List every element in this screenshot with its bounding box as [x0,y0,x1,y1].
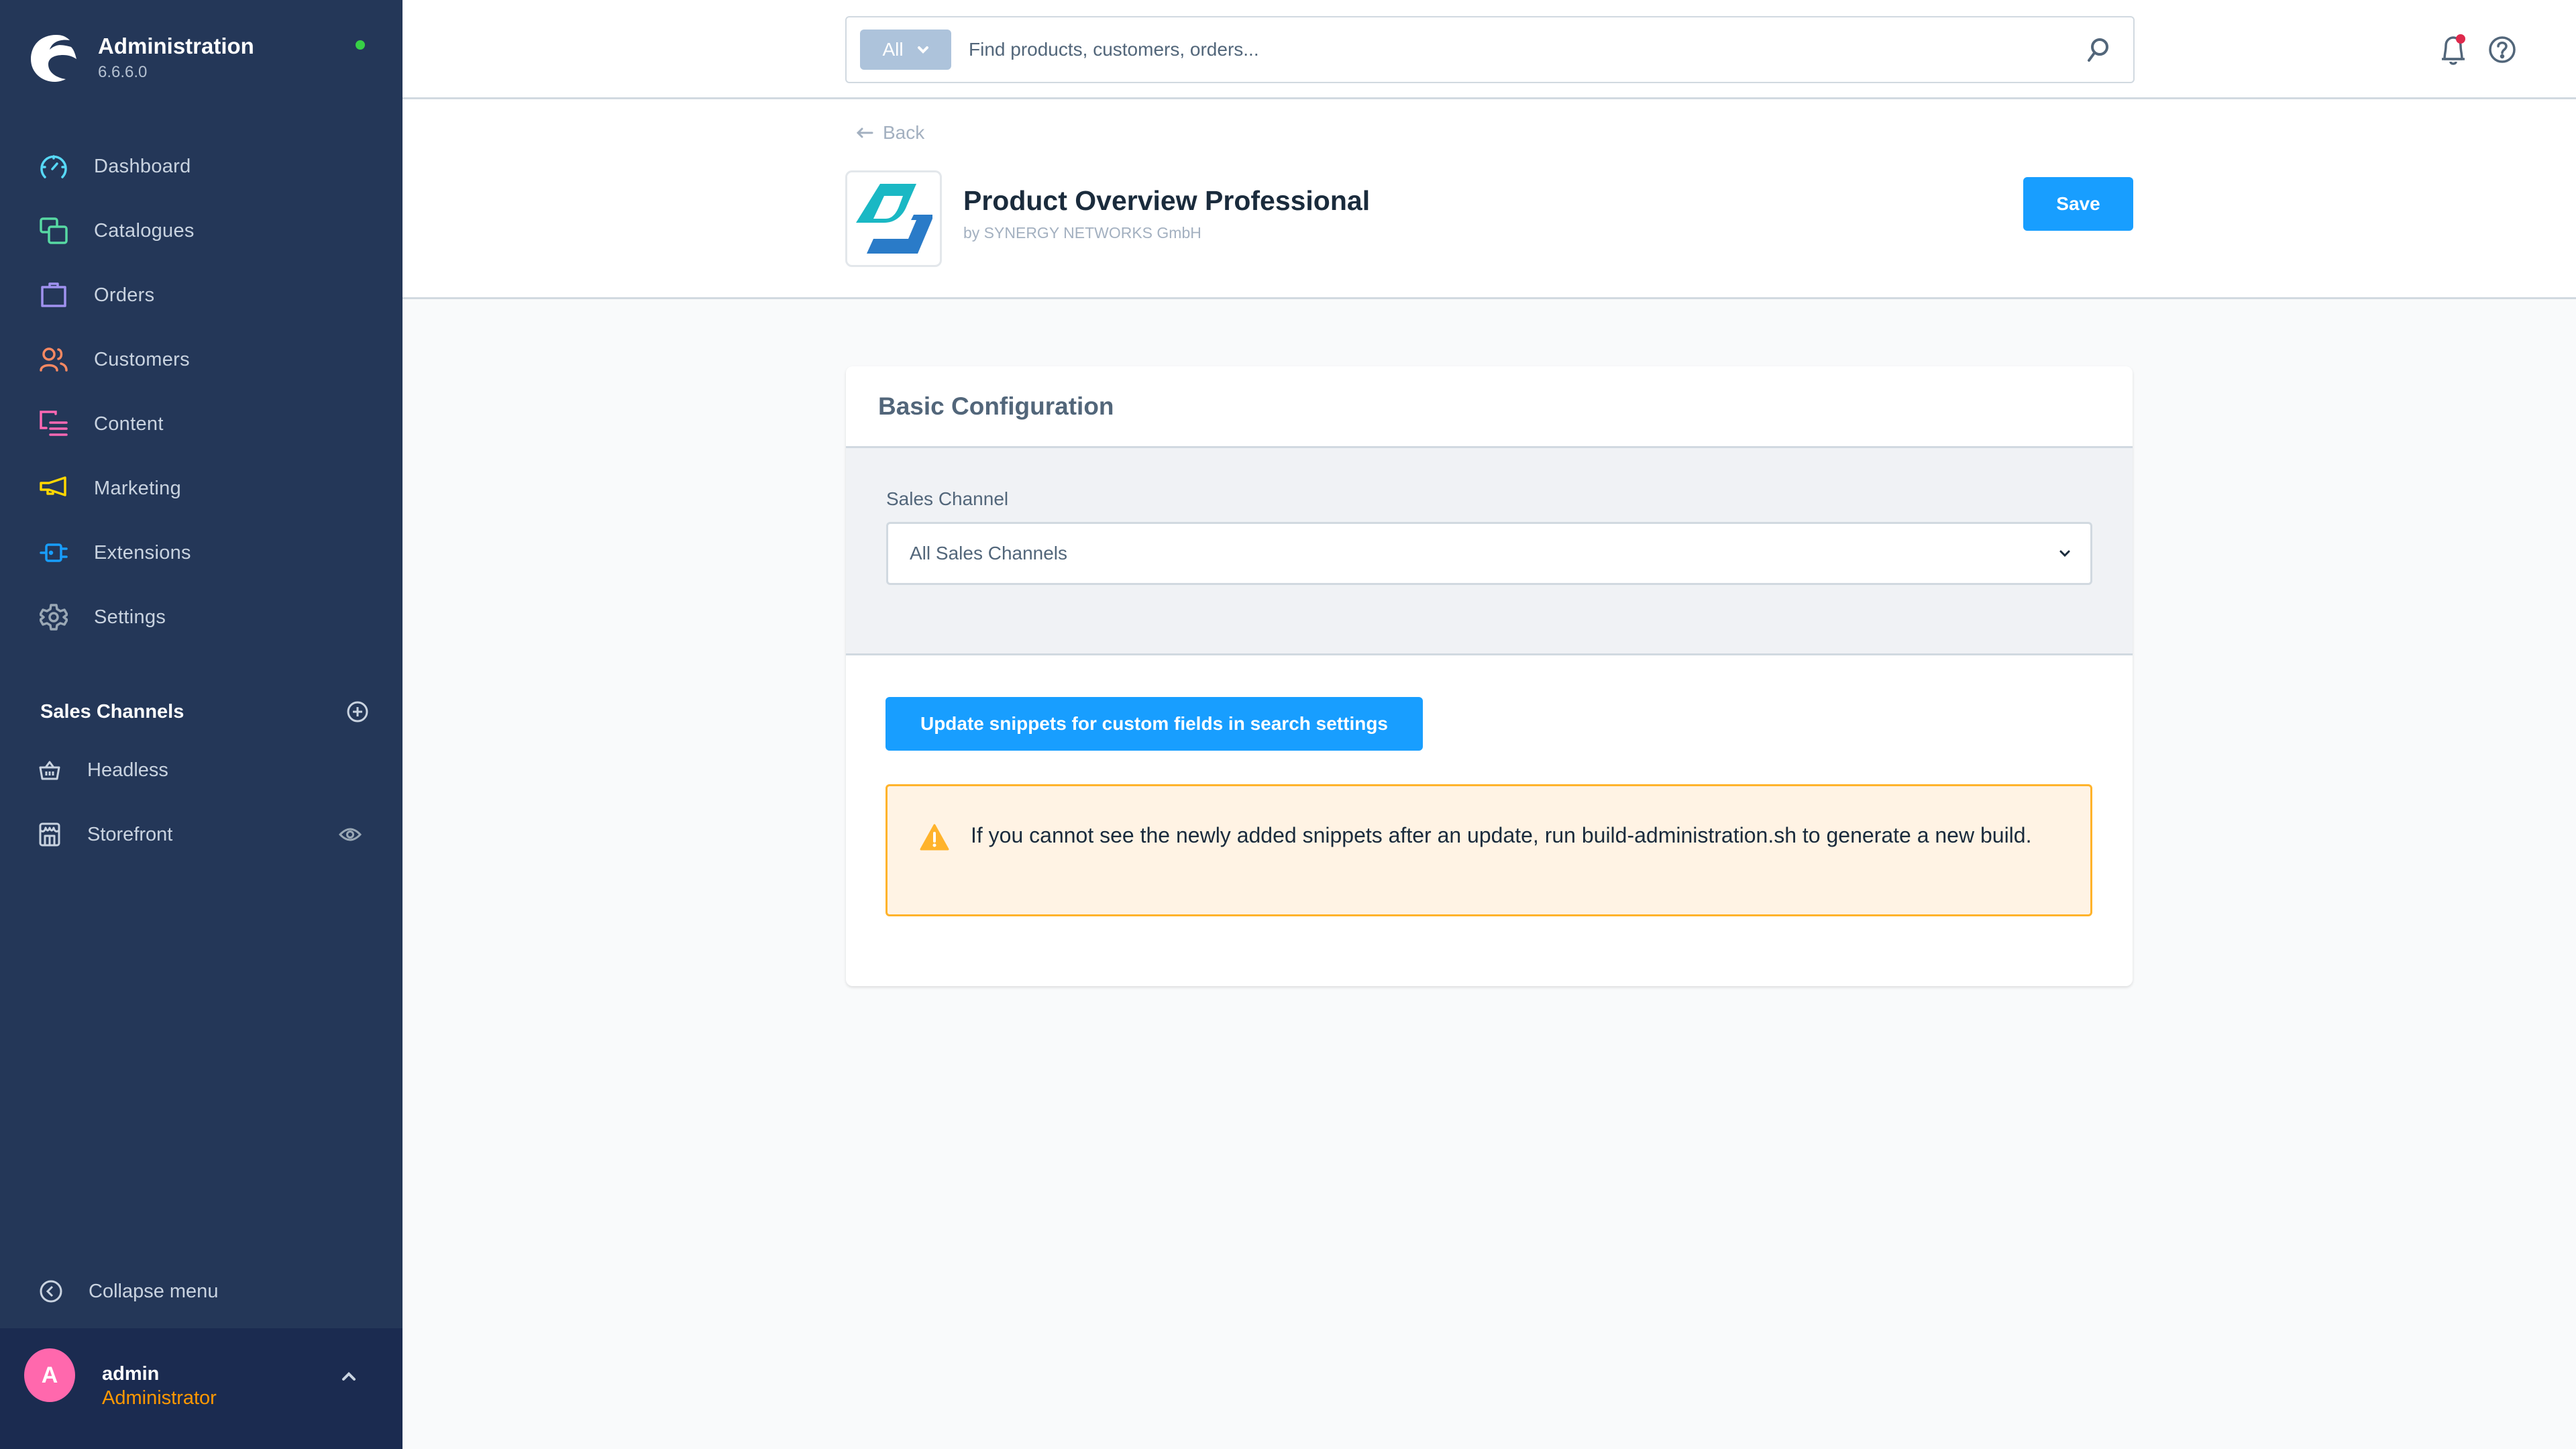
collapse-menu-label: Collapse menu [89,1280,219,1302]
sidebar-item-dashboard[interactable]: Dashboard [0,134,402,199]
sidebar-item-extensions[interactable]: Extensions [0,521,402,585]
status-indicator [356,40,365,50]
eye-icon[interactable] [339,826,362,843]
sidebar-item-customers[interactable]: Customers [0,327,402,392]
sidebar-item-marketing[interactable]: Marketing [0,456,402,521]
brand: Administration 6.6.6.0 [30,31,378,85]
add-sales-channel-icon[interactable] [346,700,369,723]
content-icon [39,409,68,439]
sidebar-item-label: Dashboard [94,155,191,177]
storefront-icon [39,822,60,847]
sales-channel-value: All Sales Channels [910,543,1068,564]
card-title: Basic Configuration [878,392,1114,420]
sidebar-item-label: Marketing [94,477,182,499]
dashboard-icon [39,152,68,181]
chevron-up-icon[interactable] [339,1370,358,1383]
customers-icon [39,345,68,374]
sales-channel-label: Headless [87,759,168,781]
chevron-down-icon [2059,550,2070,557]
basic-configuration-card: Basic Configuration Sales Channel All Sa… [846,366,2133,986]
alert-text: If you cannot see the newly added snippe… [971,823,2032,847]
sidebar-item-label: Orders [94,284,155,306]
marketing-icon [39,474,68,503]
search-type-label: All [882,39,904,60]
user-name: admin [102,1363,160,1385]
warning-icon [920,824,949,851]
search-icon[interactable] [2084,36,2110,63]
back-label: Back [883,122,925,143]
page-title: Product Overview Professional [963,185,1371,216]
app-title: Administration [98,34,254,58]
sales-channel-storefront[interactable]: Storefront [0,802,402,867]
update-snippets-button[interactable]: Update snippets for custom fields in sea… [885,697,1423,751]
top-bar: All [402,0,2576,99]
sales-channels-title: Sales Channels [40,700,184,722]
save-button[interactable]: Save [2023,177,2133,231]
user-menu[interactable]: A admin Administrator [0,1328,402,1449]
back-link[interactable]: Back [856,122,924,144]
main-nav: Dashboard Catalogues Orders Customers Co… [0,134,402,649]
catalogues-icon [39,216,68,246]
search-type-dropdown[interactable]: All [860,30,951,70]
search-input[interactable] [969,39,2084,60]
sidebar-item-label: Content [94,413,164,435]
sales-channel-label: Sales Channel [886,488,1009,509]
sidebar-item-label: Customers [94,348,190,370]
sales-channel-label: Storefront [87,823,173,845]
basket-icon [39,761,60,780]
sales-channels-header: Sales Channels [40,696,369,727]
shopware-logo-icon [31,35,76,82]
sidebar-item-orders[interactable]: Orders [0,263,402,327]
warning-alert: If you cannot see the newly added snippe… [885,784,2092,916]
sidebar-item-content[interactable]: Content [0,392,402,456]
sidebar-item-label: Settings [94,606,166,628]
plugin-logo [845,170,942,267]
sidebar: Administration 6.6.6.0 Dashboard Catalog… [0,0,402,1449]
extensions-icon [39,538,68,568]
card-header: Basic Configuration [846,366,2133,448]
notifications-bell-icon[interactable] [2438,34,2469,67]
avatar: A [24,1348,75,1402]
settings-icon [39,602,68,632]
sales-channel-section: Sales Channel All Sales Channels [846,448,2133,655]
sidebar-item-settings[interactable]: Settings [0,585,402,649]
app-version: 6.6.6.0 [98,63,148,81]
sidebar-item-label: Extensions [94,541,191,564]
sales-channel-list: Headless Storefront [0,738,402,867]
collapse-menu-button[interactable]: Collapse menu [0,1254,402,1328]
sales-channel-headless[interactable]: Headless [0,738,402,802]
chevron-left-circle-icon [40,1280,62,1303]
page-header: Back Product Overview Professional by SY… [402,99,2576,299]
sales-channel-select[interactable]: All Sales Channels [886,522,2092,585]
synergy-logo-icon [856,184,932,254]
plugin-vendor: by SYNERGY NETWORKS GmbH [963,224,1201,241]
sidebar-item-label: Catalogues [94,219,195,241]
orders-icon [39,280,68,310]
chevron-down-icon [917,46,928,54]
user-role: Administrator [102,1387,217,1409]
help-icon[interactable] [2487,35,2517,64]
global-search: All [845,16,2135,83]
sidebar-item-catalogues[interactable]: Catalogues [0,199,402,263]
